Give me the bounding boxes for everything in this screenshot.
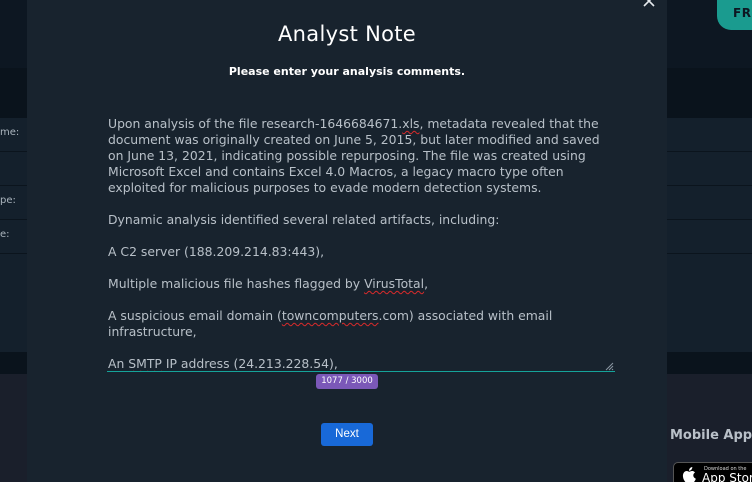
misspelled-word: xls [402, 116, 420, 131]
note-paragraph: A C2 server (188.209.214.83:443), [108, 244, 325, 259]
resize-handle-icon[interactable] [604, 361, 614, 371]
misspelled-word: SMTP [128, 356, 162, 371]
analysis-comments-textarea[interactable]: Upon analysis of the file research-16466… [107, 113, 615, 372]
modal-title: Analyst Note [278, 22, 416, 46]
note-paragraph: Multiple malicious file hashes flagged b… [108, 276, 607, 292]
free-button[interactable]: FREE [717, 0, 752, 30]
note-text: Multiple malicious file hashes flagged b… [108, 276, 365, 291]
app-store-big-text: App Store [702, 471, 752, 482]
note-text: A suspicious email domain ( [108, 308, 282, 323]
close-icon[interactable] [641, 0, 657, 10]
note-text: Upon analysis of the file research-16466… [108, 116, 403, 131]
misspelled-word: VirusTotal [364, 276, 425, 291]
note-paragraph: A suspicious email domain (towncomputers… [108, 308, 607, 340]
row-label: pe: [0, 195, 16, 206]
note-paragraph: An SMTP IP address (24.213.228.54), [108, 356, 607, 371]
close-icon-glyph [643, 0, 655, 7]
next-button[interactable]: Next [321, 423, 373, 446]
modal-subtitle: Please enter your analysis comments. [228, 65, 466, 78]
misspelled-word: towncomputers [281, 308, 379, 323]
note-text: An [108, 356, 129, 371]
row-label: me: [0, 127, 20, 138]
note-paragraph: Dynamic analysis identified several rela… [108, 212, 500, 227]
row-label: e: [0, 229, 10, 240]
apple-icon [682, 467, 696, 482]
mobile-app-heading: Mobile App [670, 428, 752, 443]
note-text: IP address (24.213.228.54), [161, 356, 338, 371]
char-counter-badge: 1077 / 3000 [316, 374, 378, 389]
note-paragraph: Upon analysis of the file research-16466… [108, 116, 607, 196]
note-text: , [424, 276, 429, 291]
app-store-badge[interactable]: Download on the App Store [673, 462, 752, 482]
